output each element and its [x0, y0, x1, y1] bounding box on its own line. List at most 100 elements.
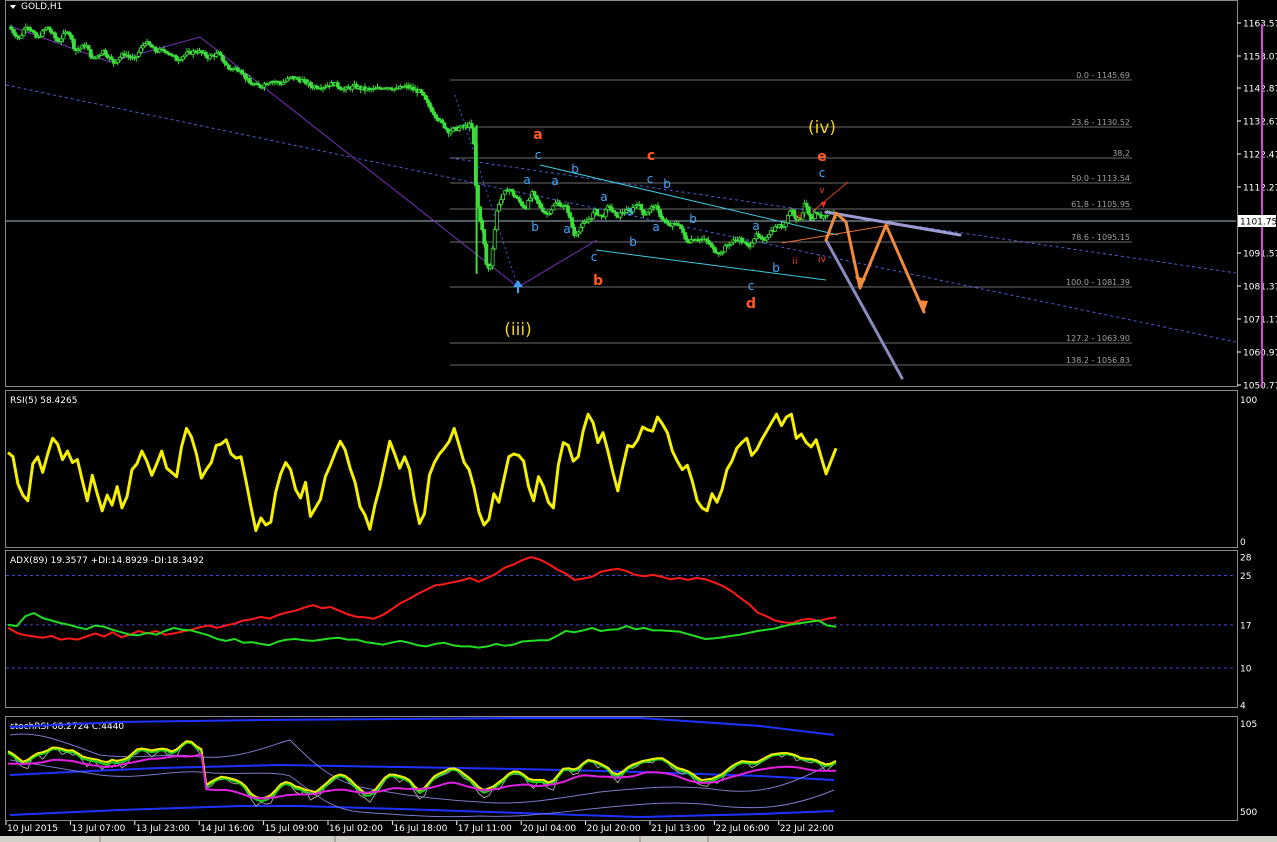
rsi-axis-tick: 100 — [1240, 396, 1257, 406]
candle-body — [61, 33, 66, 40]
fib-level-label: 50.0 - 1113.54 — [1071, 174, 1130, 183]
rsi-header: RSI(5) 58.4265 — [10, 396, 77, 406]
candle-body — [712, 246, 717, 253]
candle-body — [750, 242, 755, 248]
wave-labels: (iii) (iv) a b c d e c a b a a b c a b a… — [504, 118, 836, 340]
bottom-tabs-strip — [0, 836, 1277, 842]
wave-label-blue: a — [563, 222, 570, 236]
candle-body — [421, 92, 426, 96]
candle-body — [139, 47, 143, 53]
candle-body — [656, 205, 660, 211]
stochrsi-k-line — [7, 741, 837, 803]
candle-body — [723, 245, 727, 253]
candle-body — [568, 212, 573, 219]
candle-body — [72, 38, 76, 50]
candle-body — [804, 203, 809, 208]
candle-body — [580, 222, 585, 228]
stochrsi-panel: stochRSI 68.2724 C:4440 105 500 — [7, 717, 1257, 818]
price-axis-tick: 1071.17 — [1243, 316, 1277, 326]
fib-level-label: 127.2 - 1063.90 — [1066, 334, 1130, 343]
wave-label-small: iii — [795, 212, 803, 222]
candle-body — [806, 206, 811, 215]
time-axis-tick: 10 Jul 2015 — [7, 824, 58, 834]
time-axis-tick: 21 Jul 13:00 — [651, 824, 705, 834]
wave-label-small: v — [819, 186, 825, 196]
candle-body — [218, 51, 223, 56]
candle-body — [520, 201, 524, 206]
stochrsi-band-lower — [9, 805, 835, 818]
candle-body — [532, 191, 537, 196]
stochrsi-band-middle — [9, 764, 835, 781]
price-axis-tick: 1112.27 — [1243, 184, 1277, 194]
price-axis-tick: 1122.47 — [1243, 151, 1277, 161]
price-axis-tick: 1091.57 — [1243, 250, 1277, 260]
trend-lines — [5, 25, 1237, 343]
wave-label-blue: a — [600, 190, 607, 204]
candle-body — [683, 232, 688, 240]
arrow-down-icon — [821, 202, 826, 208]
candle-body — [425, 99, 430, 104]
candle-body — [136, 51, 141, 57]
candle-body — [551, 205, 556, 211]
candle-body — [685, 238, 690, 243]
adx-level-lines — [6, 575, 1236, 669]
candle-body — [681, 228, 686, 234]
wave-label-blue: b — [531, 220, 539, 234]
candle-body — [13, 32, 18, 37]
wave-label-blue: a — [551, 174, 558, 188]
fibonacci-levels: 0.0 - 1145.69 23.6 - 1130.52 38.2 50.0 - 11… — [450, 71, 1132, 366]
triangle-down-icon[interactable] — [10, 5, 16, 9]
candle-body — [490, 248, 495, 267]
candle-body — [639, 203, 644, 211]
time-axis-tick: 13 Jul 23:00 — [136, 824, 190, 834]
wave-label-blue: c — [647, 172, 654, 186]
time-axis-tick: 13 Jul 07:00 — [71, 824, 125, 834]
wave-label-blue: c — [748, 279, 755, 293]
wave-label-orange: c — [647, 148, 655, 164]
time-axis-tick: 15 Jul 09:00 — [265, 824, 319, 834]
candle-body — [549, 209, 554, 214]
candle-body — [203, 51, 208, 57]
wave-label-blue: c — [591, 250, 598, 264]
candle-body — [482, 229, 487, 245]
fib-level-label: 78.6 - 1095.15 — [1071, 233, 1130, 242]
candle-body — [469, 122, 474, 129]
wave-label-blue: a — [626, 204, 633, 218]
wave-label-blue: a — [752, 219, 759, 233]
candle-body — [335, 82, 340, 88]
wave-label-blue: b — [772, 261, 780, 275]
candle-body — [499, 199, 503, 205]
adx-axis-tick: 28 — [1240, 554, 1252, 564]
candle-body — [147, 41, 152, 46]
candle-body — [19, 35, 24, 39]
adx-axis-tick: 17 — [1240, 621, 1251, 631]
candle-body — [423, 95, 428, 100]
adx-series-line — [7, 556, 837, 641]
chart-title-text: GOLD,H1 — [21, 2, 62, 12]
candle-body — [226, 64, 231, 70]
candle-body — [427, 102, 432, 108]
candle-body — [214, 52, 219, 57]
fib-level-label: 138.2 - 1056.83 — [1066, 356, 1130, 365]
price-axis-tick: 1142.87 — [1243, 85, 1277, 95]
time-axis-tick: 14 Jul 16:00 — [200, 824, 254, 834]
candle-body — [115, 59, 120, 64]
candle-body — [497, 204, 501, 212]
plus-di-series-line — [7, 612, 837, 649]
price-panel: 0.0 - 1145.69 23.6 - 1130.52 38.2 50.0 - 11… — [5, 23, 1237, 380]
wave-label-blue: b — [663, 177, 671, 191]
adx-axis-tick: 25 — [1240, 572, 1251, 582]
wave-label-blue: b — [571, 162, 579, 176]
adx-axis-tick: 10 — [1240, 664, 1252, 674]
candle-body — [603, 209, 608, 218]
candle-body — [540, 207, 545, 212]
candle-body — [595, 209, 600, 216]
wave-label-major: (iv) — [808, 118, 836, 138]
wave-label-orange: b — [593, 273, 603, 289]
wave-e-pointer-line — [811, 181, 849, 213]
candle-body — [767, 234, 771, 238]
candle-body — [40, 30, 45, 38]
time-axis-tick: 22 Jul 22:00 — [780, 824, 834, 834]
current-price-label: 1101.75 — [1240, 218, 1277, 228]
candle-body — [517, 198, 522, 203]
